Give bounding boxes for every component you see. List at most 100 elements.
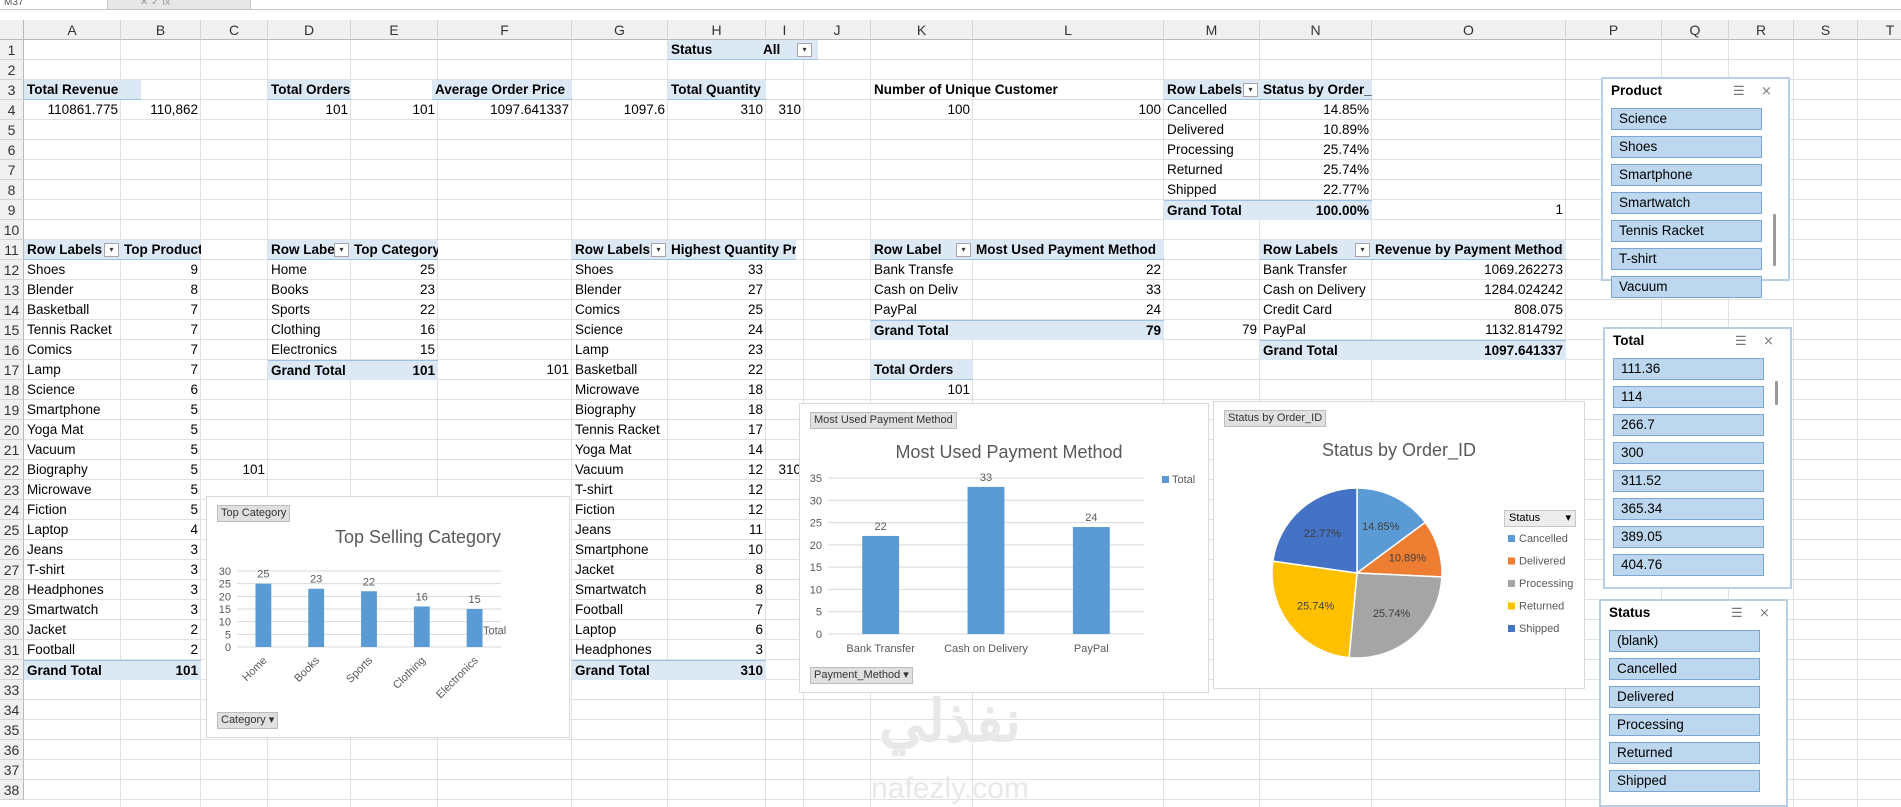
row-header[interactable]: 38 xyxy=(0,780,24,800)
pivot-row-label[interactable]: Headphones xyxy=(572,640,668,660)
pivot-filter-button[interactable]: ▾ xyxy=(956,243,971,257)
pivot-row-value[interactable]: 24 xyxy=(668,320,766,340)
row-header[interactable]: 36 xyxy=(0,740,24,760)
column-header[interactable]: E xyxy=(351,20,438,40)
pivot-row-label[interactable]: T-shirt xyxy=(24,560,121,580)
pivot-row-value[interactable]: 5 xyxy=(121,480,201,500)
pivot-filter-button[interactable]: ▾ xyxy=(651,243,666,257)
row-header[interactable]: 19 xyxy=(0,400,24,420)
row-header[interactable]: 9 xyxy=(0,200,24,220)
kpi-value[interactable]: 110,862 xyxy=(121,100,201,120)
column-header[interactable]: I xyxy=(766,20,804,40)
pivot-grand-total-value[interactable]: 101 xyxy=(121,660,201,680)
pivot-row-label[interactable]: Jacket xyxy=(24,620,121,640)
column-header[interactable]: H xyxy=(668,20,766,40)
pivot-row-label[interactable]: Jeans xyxy=(24,540,121,560)
pivot-row-label[interactable]: Bank Transfer xyxy=(1260,260,1372,280)
pivot-row-label[interactable]: Football xyxy=(572,600,668,620)
clear-filter-icon[interactable]: ⨯ xyxy=(1763,333,1774,349)
row-header[interactable]: 2 xyxy=(0,60,24,80)
pivot-row-label[interactable]: Blender xyxy=(24,280,121,300)
slicer-item[interactable]: 311.52 xyxy=(1613,470,1764,492)
kpi-label[interactable]: Number of Unique Customer xyxy=(871,80,1164,100)
clear-filter-icon[interactable]: ⨯ xyxy=(1759,605,1770,621)
cell[interactable]: 1 xyxy=(1372,200,1566,220)
pivot-row-value[interactable]: 6 xyxy=(668,620,766,640)
pivot-row-value[interactable]: 7 xyxy=(121,300,201,320)
pivot-row-value[interactable]: 22 xyxy=(351,300,438,320)
column-header[interactable]: Q xyxy=(1662,20,1729,40)
pivot-row-label[interactable]: Shipped xyxy=(1164,180,1260,200)
pivot-row-value[interactable]: 11 xyxy=(668,520,766,540)
slicer-item[interactable]: 266.7 xyxy=(1613,414,1764,436)
pivot-row-label[interactable]: Laptop xyxy=(24,520,121,540)
column-header[interactable]: D xyxy=(268,20,351,40)
pivot-row-label[interactable]: Comics xyxy=(572,300,668,320)
column-header[interactable]: G xyxy=(572,20,668,40)
pivot-row-value[interactable]: 16 xyxy=(351,320,438,340)
pivot-row-value[interactable]: 7 xyxy=(121,320,201,340)
kpi-label[interactable]: Total Revenue xyxy=(24,80,141,100)
row-header[interactable]: 16 xyxy=(0,340,24,360)
pivot-row-value[interactable]: 25 xyxy=(668,300,766,320)
pivot-row-value[interactable]: 3 xyxy=(121,560,201,580)
row-header[interactable]: 15 xyxy=(0,320,24,340)
pivot-row-label[interactable]: Delivered xyxy=(1164,120,1260,140)
pivot-row-value[interactable]: 5 xyxy=(121,500,201,520)
pivot-row-value[interactable]: 1069.262273 xyxy=(1372,260,1566,280)
slicer-item[interactable]: (blank) xyxy=(1609,630,1760,652)
slicer-item[interactable]: 114 xyxy=(1613,386,1764,408)
pivot-row-value[interactable]: 3 xyxy=(121,600,201,620)
row-header[interactable]: 34 xyxy=(0,700,24,720)
pivot-row-label[interactable]: Yoga Mat xyxy=(24,420,121,440)
pivot-header[interactable]: Most Used Payment Method xyxy=(973,240,1164,260)
row-header[interactable]: 29 xyxy=(0,600,24,620)
pivot-grand-total-value[interactable]: 79 xyxy=(973,320,1164,340)
pivot-row-value[interactable]: 25 xyxy=(351,260,438,280)
pivot-row-label[interactable]: Laptop xyxy=(572,620,668,640)
pivot-row-value[interactable]: 15 xyxy=(351,340,438,360)
pivot-row-value[interactable]: 27 xyxy=(668,280,766,300)
row-header[interactable]: 13 xyxy=(0,280,24,300)
pivot-row-value[interactable]: 23 xyxy=(351,280,438,300)
slicer-item[interactable]: Science xyxy=(1611,108,1762,130)
formula-input[interactable] xyxy=(250,0,1901,9)
clear-filter-icon[interactable]: ⨯ xyxy=(1761,83,1772,99)
pivot-row-value[interactable]: 18 xyxy=(668,400,766,420)
status-pie-chart[interactable]: Status by Order_ID Status by Order_ID 14… xyxy=(1213,401,1585,689)
pivot-row-label[interactable]: PayPal xyxy=(1260,320,1372,340)
status-pivot-filter-button[interactable]: ▾ xyxy=(1243,83,1258,97)
pivot-row-label[interactable]: Biography xyxy=(572,400,668,420)
pivot-row-value[interactable]: 8 xyxy=(668,560,766,580)
pivot-row-label[interactable]: Clothing xyxy=(268,320,351,340)
pivot-row-label[interactable]: Basketball xyxy=(572,360,668,380)
kpi-label[interactable]: Average Order Price xyxy=(432,80,572,100)
row-header[interactable]: 37 xyxy=(0,760,24,780)
row-header[interactable]: 33 xyxy=(0,680,24,700)
pivot-grand-total-value[interactable]: 101 xyxy=(351,360,438,380)
column-header[interactable]: J xyxy=(804,20,871,40)
pivot-header[interactable]: Highest Quantity Product xyxy=(668,240,796,260)
pivot-row-value[interactable]: 25.74% xyxy=(1260,140,1372,160)
cell[interactable]: 101 xyxy=(438,360,572,380)
column-header[interactable]: T xyxy=(1858,20,1901,40)
column-header[interactable]: K xyxy=(871,20,973,40)
pivot-row-label[interactable]: Books xyxy=(268,280,351,300)
pivot-row-label[interactable]: Microwave xyxy=(24,480,121,500)
row-header[interactable]: 23 xyxy=(0,480,24,500)
pivot-row-label[interactable]: Football xyxy=(24,640,121,660)
pivot-header[interactable]: Revenue by Payment Method xyxy=(1372,240,1566,260)
pivot-row-value[interactable]: 3 xyxy=(668,640,766,660)
pivot-row-value[interactable]: 22 xyxy=(668,360,766,380)
pivot-row-label[interactable]: Shoes xyxy=(572,260,668,280)
pivot-grand-total[interactable]: Grand Total xyxy=(572,660,668,680)
pivot-grand-total-value[interactable]: 310 xyxy=(668,660,766,680)
pivot-row-value[interactable]: 9 xyxy=(121,260,201,280)
pivot-row-label[interactable]: Vacuum xyxy=(24,440,121,460)
pivot-row-label[interactable]: Fiction xyxy=(572,500,668,520)
cell[interactable]: 101 xyxy=(201,460,268,480)
pivot-row-label[interactable]: Smartwatch xyxy=(24,600,121,620)
pivot-row-label[interactable]: Basketball xyxy=(24,300,121,320)
pivot-row-value[interactable]: 7 xyxy=(668,600,766,620)
kpi-value[interactable]: 110861.775 xyxy=(24,100,121,120)
